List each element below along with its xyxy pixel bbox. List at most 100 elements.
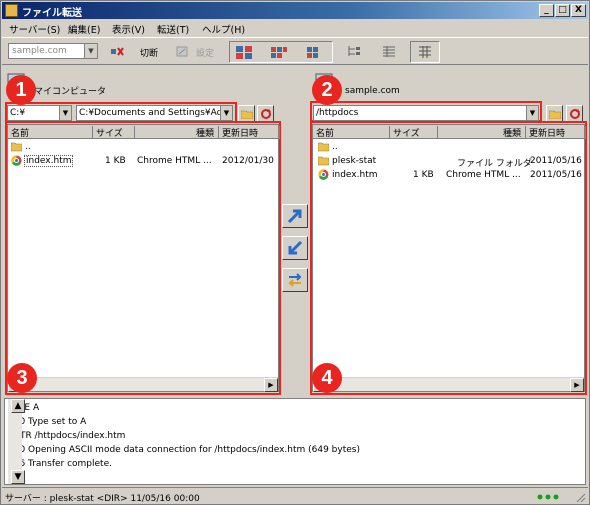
folder-icon xyxy=(318,156,329,166)
col-name[interactable]: 名前 xyxy=(313,126,390,139)
sync-button[interactable] xyxy=(282,268,308,292)
local-new-folder-button[interactable] xyxy=(238,105,255,122)
window-title: ファイル転送 xyxy=(22,8,82,19)
refresh-icon xyxy=(261,109,271,119)
connection-status-icon xyxy=(537,494,559,500)
list-item[interactable]: plesk-stat ファイル フォルダ 2011/05/16 xyxy=(313,154,584,169)
file-name: plesk-stat xyxy=(332,156,377,166)
callout-2: 2 xyxy=(312,75,342,105)
file-type: Chrome HTML ... xyxy=(446,170,521,180)
local-horizontal-scrollbar[interactable]: ◀ ▶ xyxy=(8,377,278,392)
local-list-header: 名前 サイズ 種類 更新日時 xyxy=(8,125,280,139)
server-combo[interactable]: sample.com ▼ xyxy=(8,43,98,59)
menu-bar: サーバー(S) 編集(E) 表示(V) 転送(T) ヘルプ(H) xyxy=(2,20,588,36)
file-name: .. xyxy=(332,142,338,152)
chevron-down-icon[interactable]: ▼ xyxy=(84,44,97,58)
file-date: 2011/05/16 xyxy=(530,170,582,180)
menu-server[interactable]: サーバー(S) xyxy=(9,22,60,36)
minimize-button[interactable]: _ xyxy=(539,4,554,17)
settings-button[interactable]: 設定 xyxy=(196,46,214,59)
upload-button[interactable] xyxy=(282,204,308,228)
chrome-file-icon xyxy=(318,169,329,180)
local-refresh-button[interactable] xyxy=(257,105,274,122)
menu-help[interactable]: ヘルプ(H) xyxy=(202,22,245,36)
view-list-icon[interactable] xyxy=(306,45,324,60)
remote-horizontal-scrollbar[interactable]: ◀ ▶ xyxy=(313,377,584,392)
col-type[interactable]: 種類 xyxy=(438,126,526,139)
log-line: 226 Transfer complete. xyxy=(8,459,112,469)
disconnect-icon xyxy=(111,47,124,56)
disconnect-button[interactable]: 切断 xyxy=(140,46,158,59)
col-name[interactable]: 名前 xyxy=(8,126,93,139)
folder-up-icon xyxy=(11,142,22,152)
file-name: index.htm xyxy=(24,155,74,167)
tree-view-icon[interactable] xyxy=(347,45,361,58)
server-combo-value: sample.com xyxy=(12,46,67,56)
list-item[interactable]: .. xyxy=(8,140,278,154)
chevron-down-icon[interactable]: ▼ xyxy=(220,106,232,120)
remote-new-folder-button[interactable] xyxy=(546,105,563,122)
toolbar: sample.com ▼ 切断 設定 xyxy=(2,37,588,65)
file-name: .. xyxy=(25,142,31,152)
col-size[interactable]: サイズ xyxy=(93,126,135,139)
resize-grip-icon[interactable] xyxy=(574,491,586,503)
list-item[interactable]: index.htm 1 KB Chrome HTML ... 2012/01/3… xyxy=(8,154,278,168)
list-item[interactable]: .. xyxy=(313,140,584,154)
detail-view-icon[interactable] xyxy=(382,45,396,58)
local-file-list[interactable]: 名前 サイズ 種類 更新日時 .. index.htm 1 KB Chrome … xyxy=(7,124,280,392)
col-size[interactable]: サイズ xyxy=(390,126,438,139)
remote-path-value: /httpdocs xyxy=(316,108,359,118)
log-line: 150 Opening ASCII mode data connection f… xyxy=(8,445,360,455)
refresh-icon xyxy=(570,109,580,119)
col-date[interactable]: 更新日時 xyxy=(526,126,586,139)
log-line: RETR /httpdocs/index.htm xyxy=(8,431,126,441)
scroll-down-button[interactable]: ▼ xyxy=(11,470,25,484)
menu-transfer[interactable]: 転送(T) xyxy=(157,22,189,36)
arrow-up-right-icon xyxy=(287,209,302,224)
title-bar: ファイル転送 _ □ X xyxy=(2,2,588,19)
file-date: 2012/01/30 xyxy=(222,156,274,166)
remote-pane-title: sample.com xyxy=(345,86,400,96)
local-path-value: C:¥Documents and Settings¥Adm xyxy=(79,108,232,118)
sync-icon xyxy=(288,273,302,287)
local-path-combo[interactable]: C:¥Documents and Settings¥Adm ▼ xyxy=(76,105,233,121)
view-large-icons-icon[interactable] xyxy=(235,45,253,60)
remote-list-header: 名前 サイズ 種類 更新日時 xyxy=(313,125,586,139)
file-date: 2011/05/16 xyxy=(530,156,582,166)
columns-icon xyxy=(419,46,431,58)
scroll-up-button[interactable]: ▲ xyxy=(11,399,25,413)
col-date[interactable]: 更新日時 xyxy=(219,126,280,139)
file-transfer-window: ファイル転送 _ □ X サーバー(S) 編集(E) 表示(V) 転送(T) ヘ… xyxy=(0,0,590,505)
view-toggle-group xyxy=(229,41,333,63)
list-item[interactable]: index.htm 1 KB Chrome HTML ... 2011/05/1… xyxy=(313,168,584,182)
remote-path-combo[interactable]: /httpdocs ▼ xyxy=(313,105,539,121)
arrow-down-left-icon xyxy=(288,240,303,255)
remote-refresh-button[interactable] xyxy=(566,105,583,122)
file-size: 1 KB xyxy=(413,170,434,180)
chevron-down-icon[interactable]: ▼ xyxy=(526,106,538,120)
menu-edit[interactable]: 編集(E) xyxy=(68,22,100,36)
remote-file-list[interactable]: 名前 サイズ 種類 更新日時 .. plesk-stat ファイル フォルダ 2… xyxy=(312,124,586,392)
close-button[interactable]: X xyxy=(571,4,586,17)
detail-view-toggle[interactable] xyxy=(410,41,440,63)
app-icon xyxy=(5,4,18,17)
download-button[interactable] xyxy=(282,236,308,260)
callout-3: 3 xyxy=(7,363,37,393)
scroll-right-button[interactable]: ▶ xyxy=(264,378,278,392)
file-type: Chrome HTML ... xyxy=(137,156,212,166)
view-small-icons-icon[interactable] xyxy=(270,45,288,60)
maximize-button[interactable]: □ xyxy=(555,4,570,17)
folder-up-icon xyxy=(318,142,329,152)
menu-view[interactable]: 表示(V) xyxy=(112,22,145,36)
settings-icon xyxy=(176,46,188,57)
chevron-down-icon[interactable]: ▼ xyxy=(59,106,71,120)
scroll-right-button[interactable]: ▶ xyxy=(570,378,584,392)
status-text: サーバー : plesk-stat <DIR> 11/05/16 00:00 xyxy=(5,494,200,504)
log-panel[interactable]: TYPE A 200 Type set to A RETR /httpdocs/… xyxy=(4,398,586,485)
file-size: 1 KB xyxy=(105,156,126,166)
callout-4: 4 xyxy=(312,363,342,393)
col-type[interactable]: 種類 xyxy=(135,126,219,139)
folder-icon xyxy=(549,110,561,119)
log-vertical-scrollbar[interactable]: ▲ ▼ xyxy=(8,399,25,484)
local-drive-combo[interactable]: C:¥ ▼ xyxy=(7,105,72,121)
